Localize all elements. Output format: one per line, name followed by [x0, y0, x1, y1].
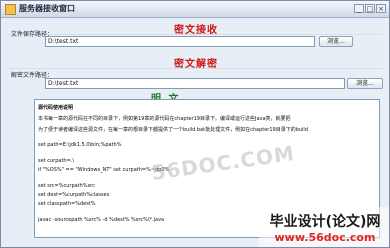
plaintext-line: javac -sourcepath %src% -d %dest% %src%\…: [38, 217, 165, 223]
save-path-field[interactable]: D:\test.txt: [45, 36, 315, 47]
plaintext-line: set curpath=.\: [38, 158, 75, 164]
plaintext-line: 本书每一章的源代码在不同的目录下，例如第19章的源代码在chapter19目录下…: [38, 116, 291, 122]
window-title: 服务器接收窗口: [19, 4, 75, 13]
watermark-badge-url: www.56doc.com: [274, 231, 376, 244]
plaintext-line: if "%OS%" == "Windows_NT" set curpath=%~…: [38, 167, 170, 173]
watermark-badge-title: 毕业设计(论文)网: [269, 214, 381, 230]
save-browse-button[interactable]: 浏览...: [319, 36, 353, 47]
maximize-button[interactable]: □: [365, 4, 375, 13]
app-icon: [5, 4, 16, 15]
plaintext-line: set dest=%curpath%classes: [38, 192, 110, 198]
plaintext-line: 为了便于读者编译这些源文件，在每一章的根目录下都提供了一个build.bat批处…: [38, 127, 308, 133]
decrypt-divider: [7, 68, 383, 70]
decrypt-browse-button[interactable]: 浏览...: [347, 78, 383, 89]
watermark-badge: 毕业设计(论文)网 www.56doc.com: [259, 207, 389, 247]
plaintext-line: set src=%curpath%src: [38, 183, 95, 189]
server-receive-window: 服务器接收窗口 _ □ × 密文接收 文件保存路径： D:\test.txt 浏…: [0, 0, 390, 248]
close-button[interactable]: ×: [376, 4, 386, 13]
title-bar: 服务器接收窗口 _ □ ×: [1, 1, 389, 18]
decrypt-path-field[interactable]: D:\test.txt: [45, 78, 345, 89]
plaintext-line: 源代码使用说明: [38, 105, 74, 111]
plaintext-line: set path=E:\jdk1.5.0\bin;%path%: [38, 142, 122, 148]
plaintext-line: set classpath=%dest%: [38, 201, 96, 207]
minimize-button[interactable]: _: [354, 4, 364, 13]
